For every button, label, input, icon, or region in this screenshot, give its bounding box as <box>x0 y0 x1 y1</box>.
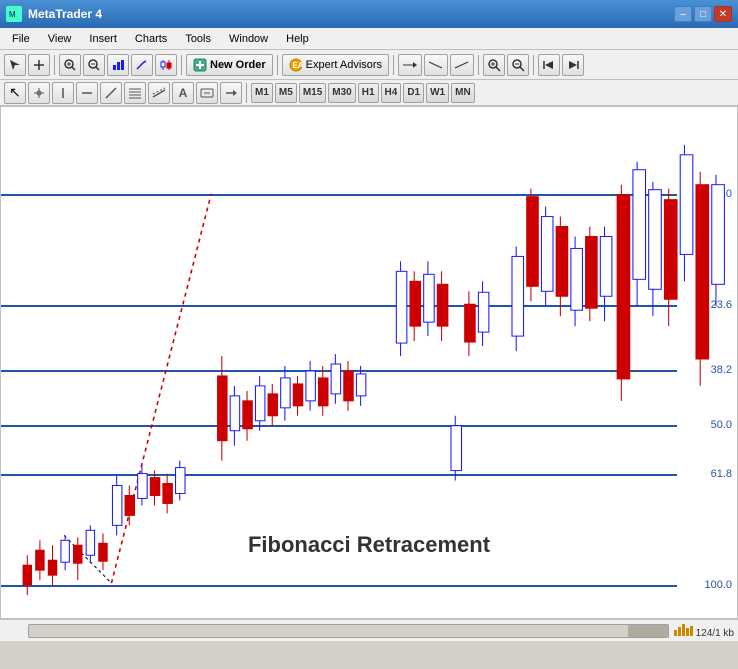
trendline-btn[interactable] <box>100 82 122 104</box>
tf-m30[interactable]: M30 <box>328 83 355 103</box>
tf-m15[interactable]: M15 <box>299 83 326 103</box>
menu-insert[interactable]: Insert <box>81 31 125 47</box>
scrollbar-thumb[interactable] <box>628 625 668 637</box>
tf-mn[interactable]: MN <box>451 83 475 103</box>
zoom-in-btn[interactable] <box>59 54 81 76</box>
channel-btn[interactable] <box>148 82 170 104</box>
zoom-in2-btn[interactable] <box>483 54 505 76</box>
price-tool3-btn[interactable] <box>450 54 474 76</box>
price-tool2-btn[interactable] <box>424 54 448 76</box>
zoom-out2-btn[interactable] <box>507 54 529 76</box>
zoom-out-btn[interactable] <box>83 54 105 76</box>
label-tool-btn[interactable] <box>196 82 218 104</box>
title-bar-left: M MetaTrader 4 <box>6 6 102 22</box>
fib-tool-btn[interactable] <box>124 82 146 104</box>
svg-text:M: M <box>9 10 16 19</box>
title-controls: – □ ✕ <box>674 6 732 22</box>
text-tool-btn[interactable]: A <box>172 82 194 104</box>
status-info: 124/1 kb <box>673 622 734 639</box>
expert-advisors-label: Expert Advisors <box>306 59 382 71</box>
menu-bar: File View Insert Charts Tools Window Hel… <box>0 28 738 50</box>
minimize-button[interactable]: – <box>674 6 692 22</box>
separator-tf <box>246 83 247 103</box>
close-button[interactable]: ✕ <box>714 6 732 22</box>
select-tool-btn[interactable]: ↖ <box>4 82 26 104</box>
scroll-right-btn[interactable] <box>562 54 584 76</box>
tf-h1[interactable]: H1 <box>358 83 379 103</box>
separator5 <box>478 55 479 75</box>
tf-m1[interactable]: M1 <box>251 83 273 103</box>
tf-m5[interactable]: M5 <box>275 83 297 103</box>
menu-tools[interactable]: Tools <box>177 31 219 47</box>
new-order-label: New Order <box>210 59 266 71</box>
toolbar1: New Order EA Expert Advisors <box>0 50 738 80</box>
title-bar: M MetaTrader 4 – □ ✕ <box>0 0 738 28</box>
app-icon: M <box>6 6 22 22</box>
separator4 <box>393 55 394 75</box>
menu-help[interactable]: Help <box>278 31 317 47</box>
candle-chart-btn[interactable] <box>155 54 177 76</box>
arrow-draw-btn[interactable] <box>220 82 242 104</box>
arrow-tool-btn[interactable] <box>4 54 26 76</box>
separator3 <box>277 55 278 75</box>
tf-h4[interactable]: H4 <box>381 83 402 103</box>
vertical-line-btn[interactable] <box>52 82 74 104</box>
expert-advisors-button[interactable]: EA Expert Advisors <box>282 54 389 76</box>
horizontal-scrollbar[interactable] <box>28 624 669 638</box>
separator2 <box>181 55 182 75</box>
horizontal-line-btn[interactable] <box>76 82 98 104</box>
tf-d1[interactable]: D1 <box>403 83 424 103</box>
menu-window[interactable]: Window <box>221 31 276 47</box>
separator1 <box>54 55 55 75</box>
chart-type-btn[interactable] <box>107 54 129 76</box>
title-text: MetaTrader 4 <box>28 7 102 21</box>
toolbar2: ↖ A M1 M5 M15 M30 H1 H4 D1 W1 MN <box>0 80 738 106</box>
crosshair2-btn[interactable] <box>28 82 50 104</box>
kb-info: 124/1 kb <box>696 628 734 639</box>
scroll-left-btn[interactable] <box>538 54 560 76</box>
chart-svg <box>1 107 737 618</box>
menu-file[interactable]: File <box>4 31 38 47</box>
line-chart-btn[interactable] <box>131 54 153 76</box>
tf-w1[interactable]: W1 <box>426 83 449 103</box>
svg-text:EA: EA <box>292 61 303 70</box>
chart-area[interactable]: 0.0 23.6 38.2 50.0 61.8 100.0 Fibonacci … <box>0 106 738 619</box>
chart-bars-icon <box>673 622 693 636</box>
new-order-button[interactable]: New Order <box>186 54 273 76</box>
status-bar: 124/1 kb <box>0 619 738 641</box>
menu-charts[interactable]: Charts <box>127 31 175 47</box>
price-tool1-btn[interactable] <box>398 54 422 76</box>
separator6 <box>533 55 534 75</box>
crosshair-tool-btn[interactable] <box>28 54 50 76</box>
menu-view[interactable]: View <box>40 31 80 47</box>
maximize-button[interactable]: □ <box>694 6 712 22</box>
